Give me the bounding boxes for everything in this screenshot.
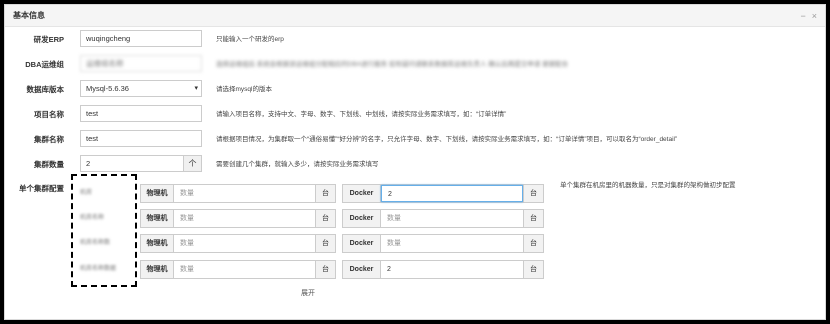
dba-hint: 选择运维组后 系统会根据该运维组分配相应的DBA进行服务 如有疑问请联系数据库运… <box>216 61 569 68</box>
version-hint: 请选择mysql的版本 <box>216 86 272 93</box>
physical-count-input[interactable]: 数量 <box>174 261 315 278</box>
physical-group: 物理机 数量 台 <box>140 209 336 228</box>
version-label: 数据库版本 <box>26 85 65 94</box>
physical-label: 物理机 <box>141 235 174 252</box>
erp-input[interactable]: wuqingcheng <box>80 30 202 47</box>
docker-unit: 台 <box>523 210 543 227</box>
dba-select[interactable]: 运维组名称 <box>80 55 202 72</box>
docker-count-input[interactable]: 2 <box>381 261 523 278</box>
dba-row: DBA运维组 运维组名称 选择运维组后 系统会根据该运维组分配相应的DBA进行服… <box>0 55 822 75</box>
cluster-count-hint: 需要创建几个集群，就输入多少，请按实际业务需求填写 <box>216 161 379 168</box>
physical-unit: 台 <box>315 235 335 252</box>
physical-label: 物理机 <box>141 185 174 202</box>
physical-count-input[interactable]: 数量 <box>174 235 315 252</box>
docker-unit: 台 <box>523 185 543 202</box>
physical-count-input[interactable]: 数量 <box>174 185 315 202</box>
cluster-name-hint: 请根据项目情况，为集群取一个“通俗易懂”“好分辨”的名字，只允许字母、数字、下划… <box>216 136 678 143</box>
physical-unit: 台 <box>315 185 335 202</box>
version-value: Mysql-5.6.36 <box>86 84 129 93</box>
cluster-name-label: 集群名称 <box>34 135 64 144</box>
physical-count-input[interactable]: 数量 <box>174 210 315 227</box>
version-row: 数据库版本 Mysql-5.6.36 ▾ 请选择mysql的版本 <box>0 80 822 100</box>
cluster-count-input[interactable]: 2 <box>80 155 184 172</box>
cluster-name-row: 集群名称 test 请根据项目情况，为集群取一个“通俗易懂”“好分辨”的名字，只… <box>0 130 822 150</box>
docker-count-input[interactable]: 数量 <box>381 235 523 252</box>
docker-group: Docker 2 台 <box>342 184 544 203</box>
docker-count-input[interactable]: 2 <box>381 185 523 202</box>
project-row: 项目名称 test 请输入项目名称，支持中文、字母、数字、下划线、中划线，请按实… <box>0 105 822 125</box>
docker-label: Docker <box>343 185 381 202</box>
docker-group: Docker 2 台 <box>342 260 544 279</box>
erp-hint: 只能输入一个研发的erp <box>216 36 284 43</box>
cluster-count-row: 集群数量 2 个 需要创建几个集群，就输入多少，请按实际业务需求填写 <box>0 155 822 175</box>
cluster-name-input[interactable]: test <box>80 130 202 147</box>
docker-unit: 台 <box>523 235 543 252</box>
close-icon[interactable]: × <box>812 11 817 21</box>
single-config-hint: 单个集群在机房里的机器数量，只是对集群的架构做初步配置 <box>560 182 736 189</box>
physical-label: 物理机 <box>141 261 174 278</box>
single-config-label: 单个集群配置 <box>19 184 64 193</box>
physical-group: 物理机 数量 台 <box>140 260 336 279</box>
room-name: 机房名称数 <box>80 240 111 246</box>
docker-count-input[interactable]: 数量 <box>381 210 523 227</box>
docker-group: Docker 数量 台 <box>342 234 544 253</box>
docker-group: Docker 数量 台 <box>342 209 544 228</box>
physical-group: 物理机 数量 台 <box>140 184 336 203</box>
room-name: 机房名称 <box>80 215 105 221</box>
project-hint: 请输入项目名称，支持中文、字母、数字、下划线、中划线，请按实际业务需求填写，如：… <box>216 111 507 118</box>
physical-unit: 台 <box>315 261 335 278</box>
expand-link[interactable]: 展开 <box>301 288 315 298</box>
docker-label: Docker <box>343 210 381 227</box>
erp-label: 研发ERP <box>33 35 64 44</box>
chevron-down-icon: ▾ <box>194 85 198 92</box>
physical-group: 物理机 数量 台 <box>140 234 336 253</box>
dba-label: DBA运维组 <box>25 60 64 69</box>
erp-row: 研发ERP wuqingcheng 只能输入一个研发的erp <box>0 30 822 50</box>
panel-header: 基本信息 − × <box>5 5 825 27</box>
watermark: @51CTO博客 <box>694 305 777 320</box>
cluster-count-label: 集群数量 <box>34 160 64 169</box>
physical-label: 物理机 <box>141 210 174 227</box>
project-label: 项目名称 <box>34 110 64 119</box>
cluster-count-unit-button[interactable]: 个 <box>183 155 202 172</box>
project-input[interactable]: test <box>80 105 202 122</box>
docker-label: Docker <box>343 235 381 252</box>
room-name: 机房 <box>80 190 93 196</box>
docker-label: Docker <box>343 261 381 278</box>
version-select[interactable]: Mysql-5.6.36 ▾ <box>80 80 202 97</box>
panel-controls: − × <box>800 11 817 21</box>
physical-unit: 台 <box>315 210 335 227</box>
panel-title: 基本信息 <box>13 11 45 20</box>
docker-unit: 台 <box>523 261 543 278</box>
room-name: 机房名称数据 <box>80 266 117 272</box>
minimize-icon[interactable]: − <box>800 11 805 21</box>
